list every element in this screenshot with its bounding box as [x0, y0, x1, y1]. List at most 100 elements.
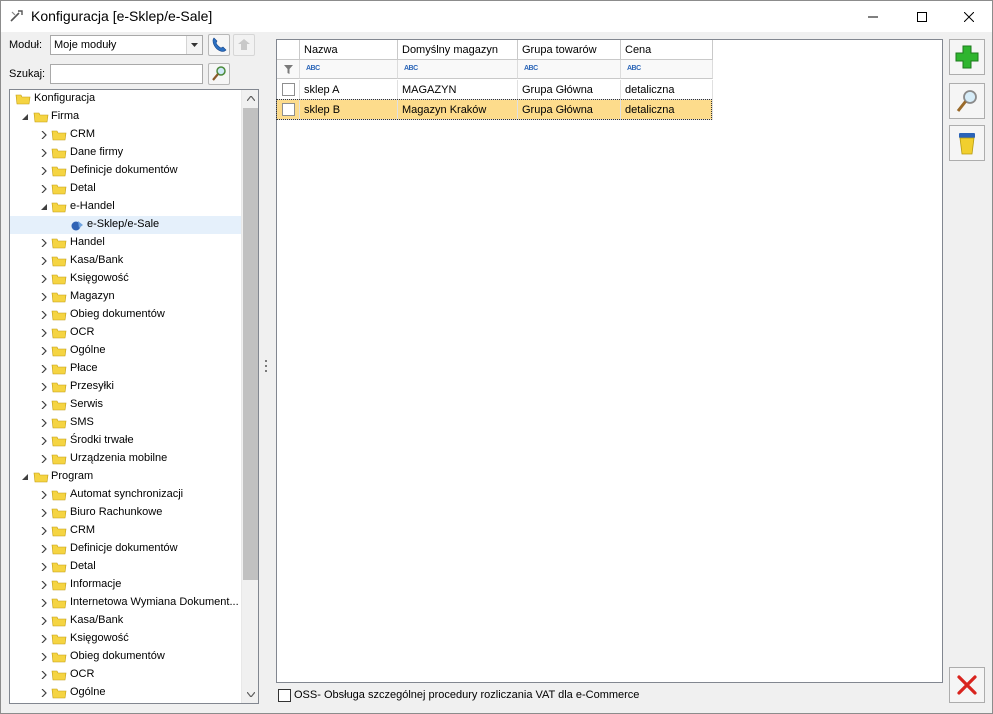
collapsed-arrow-icon[interactable] [40, 131, 48, 139]
collapsed-arrow-icon[interactable] [40, 257, 48, 265]
expanded-arrow-icon[interactable] [21, 113, 29, 121]
tree-item[interactable]: Urządzenia mobilne [10, 450, 241, 468]
collapsed-arrow-icon[interactable] [40, 491, 48, 499]
scroll-up-icon[interactable] [242, 90, 258, 107]
tree-item[interactable]: Kasa/Bank [10, 612, 241, 630]
tree-item[interactable]: SMS [10, 414, 241, 432]
tree-item[interactable]: Księgowość [10, 630, 241, 648]
tree-item[interactable]: e-Sklep/e-Sale [10, 216, 241, 234]
collapsed-arrow-icon[interactable] [40, 401, 48, 409]
tree-item[interactable]: OCR [10, 666, 241, 684]
filter-cell-name[interactable]: ABC [300, 60, 398, 79]
tree-item[interactable]: Serwis [10, 396, 241, 414]
collapsed-arrow-icon[interactable] [40, 419, 48, 427]
collapsed-arrow-icon[interactable] [40, 545, 48, 553]
grid-cell-name[interactable]: sklep A [300, 80, 398, 100]
tree-item[interactable]: OCR [10, 324, 241, 342]
grid-cell-group[interactable]: Grupa Główna [518, 80, 621, 100]
collapsed-arrow-icon[interactable] [40, 311, 48, 319]
filter-icon[interactable] [277, 60, 300, 79]
tree-item[interactable]: Przesyłki [10, 378, 241, 396]
tree-item[interactable]: Obieg dokumentów [10, 306, 241, 324]
refresh-button[interactable] [233, 34, 255, 56]
scroll-thumb[interactable] [243, 108, 258, 580]
collapsed-arrow-icon[interactable] [40, 599, 48, 607]
column-header-group[interactable]: Grupa towarów [518, 40, 621, 60]
edit-button[interactable] [949, 83, 985, 119]
grid-cell-price[interactable]: detaliczna [621, 80, 713, 100]
collapsed-arrow-icon[interactable] [40, 239, 48, 247]
minimize-button[interactable] [850, 1, 896, 32]
tree-item[interactable]: Handel [10, 234, 241, 252]
expanded-arrow-icon[interactable] [21, 473, 29, 481]
filter-cell-price[interactable]: ABC [621, 60, 713, 79]
chevron-down-icon[interactable] [186, 36, 202, 54]
tree-item[interactable]: Detal [10, 558, 241, 576]
maximize-button[interactable] [899, 1, 945, 32]
grid-cell-group[interactable]: Grupa Główna [518, 100, 621, 120]
row-checkbox[interactable] [282, 83, 295, 96]
splitter-handle-icon[interactable] [263, 356, 269, 376]
collapsed-arrow-icon[interactable] [40, 293, 48, 301]
tree-item[interactable]: Środki trwałe [10, 432, 241, 450]
filter-cell-group[interactable]: ABC [518, 60, 621, 79]
tree-item[interactable]: Automat synchronizacji [10, 486, 241, 504]
collapsed-arrow-icon[interactable] [40, 653, 48, 661]
tree-item[interactable]: Biuro Rachunkowe [10, 504, 241, 522]
tree-item[interactable]: Magazyn [10, 288, 241, 306]
search-input[interactable] [50, 64, 203, 84]
search-button[interactable] [208, 63, 230, 85]
oss-checkbox[interactable] [278, 689, 291, 702]
tree-item[interactable]: Program [10, 468, 241, 486]
grid-cell-name[interactable]: sklep B [300, 100, 398, 120]
grid-cell-warehouse[interactable]: MAGAZYN [398, 80, 518, 100]
collapsed-arrow-icon[interactable] [40, 167, 48, 175]
row-select-cell[interactable] [277, 80, 300, 100]
collapsed-arrow-icon[interactable] [40, 509, 48, 517]
collapsed-arrow-icon[interactable] [40, 275, 48, 283]
collapsed-arrow-icon[interactable] [40, 437, 48, 445]
collapsed-arrow-icon[interactable] [40, 365, 48, 373]
tree-item[interactable]: Kasa/Bank [10, 252, 241, 270]
collapsed-arrow-icon[interactable] [40, 635, 48, 643]
tree-item[interactable]: Płace [10, 360, 241, 378]
tree-item[interactable]: Ogólne [10, 684, 241, 702]
collapsed-arrow-icon[interactable] [40, 689, 48, 697]
tree-item[interactable]: CRM [10, 522, 241, 540]
tree-item[interactable]: CRM [10, 126, 241, 144]
scroll-down-icon[interactable] [242, 686, 258, 703]
collapsed-arrow-icon[interactable] [40, 329, 48, 337]
collapsed-arrow-icon[interactable] [40, 581, 48, 589]
module-select[interactable]: Moje moduły [50, 35, 203, 55]
collapsed-arrow-icon[interactable] [40, 185, 48, 193]
collapsed-arrow-icon[interactable] [40, 347, 48, 355]
row-checkbox[interactable] [282, 103, 295, 116]
collapsed-arrow-icon[interactable] [40, 617, 48, 625]
expanded-arrow-icon[interactable] [40, 203, 48, 211]
delete-button[interactable] [949, 125, 985, 161]
tree-item[interactable]: Ogólne [10, 342, 241, 360]
add-button[interactable] [949, 39, 985, 75]
tree-item[interactable]: Definicje dokumentów [10, 162, 241, 180]
collapsed-arrow-icon[interactable] [40, 563, 48, 571]
close-button[interactable] [949, 667, 985, 703]
column-header-name[interactable]: Nazwa [300, 40, 398, 60]
collapsed-arrow-icon[interactable] [40, 527, 48, 535]
tree-item[interactable]: Detal [10, 180, 241, 198]
grid-cell-warehouse[interactable]: Magazyn Kraków [398, 100, 518, 120]
column-header-warehouse[interactable]: Domyślny magazyn [398, 40, 518, 60]
collapsed-arrow-icon[interactable] [40, 383, 48, 391]
tree-item[interactable]: Informacje [10, 576, 241, 594]
column-header-price[interactable]: Cena [621, 40, 713, 60]
tree-item[interactable]: Księgowość [10, 270, 241, 288]
tree-item[interactable]: Obieg dokumentów [10, 648, 241, 666]
tree-item[interactable]: Internetowa Wymiana Dokument... [10, 594, 241, 612]
grid-header-select[interactable] [277, 40, 300, 60]
tree-scrollbar[interactable] [241, 90, 258, 703]
tree-item[interactable]: Definicje dokumentów [10, 540, 241, 558]
tree-item[interactable]: Firma [10, 108, 241, 126]
row-select-cell[interactable] [277, 100, 300, 120]
phone-button[interactable] [208, 34, 230, 56]
collapsed-arrow-icon[interactable] [40, 671, 48, 679]
grid-cell-price[interactable]: detaliczna [621, 100, 713, 120]
